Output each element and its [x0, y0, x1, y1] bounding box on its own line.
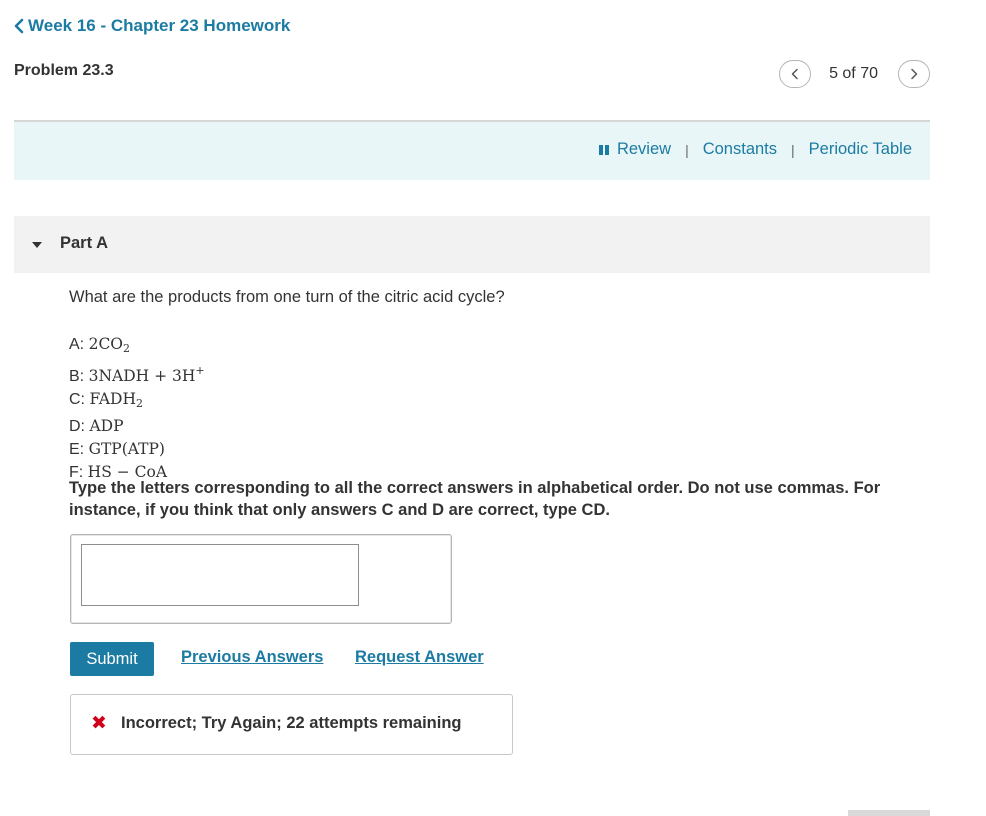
option-c: C: FADH2: [69, 388, 205, 415]
part-label: Part A: [60, 234, 108, 252]
bottom-scroll-strip: [848, 810, 930, 816]
option-letter: D:: [69, 418, 85, 435]
option-text: FADH2: [89, 390, 143, 410]
previous-answers-link[interactable]: Previous Answers: [181, 648, 323, 667]
option-text: 2CO2: [88, 335, 131, 355]
problem-count: 5 of 70: [829, 65, 878, 82]
problem-title: Problem 23.3: [14, 62, 114, 79]
resource-bar: Review | Constants | Periodic Table: [14, 120, 930, 180]
resource-links: Review | Constants | Periodic Table: [598, 140, 912, 159]
separator: |: [685, 141, 689, 158]
chevron-left-icon: [791, 68, 798, 80]
option-a: A: 2CO2: [69, 333, 205, 360]
option-letter: A:: [69, 336, 85, 353]
previous-problem-button[interactable]: [779, 60, 812, 88]
chevron-left-icon: [14, 18, 24, 34]
book-icon: [598, 144, 609, 155]
question-text: What are the products from one turn of t…: [69, 288, 505, 306]
answer-container: [70, 534, 452, 624]
periodic-table-link[interactable]: Periodic Table: [809, 140, 912, 159]
request-answer-link[interactable]: Request Answer: [355, 648, 484, 667]
constants-link[interactable]: Constants: [703, 140, 777, 159]
next-problem-button[interactable]: [898, 60, 930, 88]
option-text: 3NADH + 3H+: [88, 364, 205, 385]
breadcrumb-back-link[interactable]: Week 16 - Chapter 23 Homework: [12, 16, 290, 36]
instructions-text: Type the letters corresponding to all th…: [69, 479, 881, 519]
answer-options: A: 2CO2 B: 3NADH + 3H+ C: FADH2 D: ADP E…: [69, 333, 205, 484]
option-text: GTP(ATP): [88, 440, 165, 458]
caret-down-icon: [32, 242, 42, 248]
option-letter: C:: [69, 391, 85, 408]
feedback-message: Incorrect; Try Again; 22 attempts remain…: [121, 714, 462, 732]
review-link[interactable]: Review: [617, 140, 671, 159]
separator: |: [791, 141, 795, 158]
problem-pager: 5 of 70: [779, 60, 930, 88]
option-b: B: 3NADH + 3H+: [69, 360, 205, 388]
x-mark-icon: ✖: [91, 713, 107, 734]
feedback-box: ✖ Incorrect; Try Again; 22 attempts rema…: [70, 694, 513, 755]
answer-input[interactable]: [81, 544, 359, 606]
submit-button[interactable]: Submit: [70, 642, 154, 676]
option-text: ADP: [89, 417, 124, 435]
breadcrumb-label: Week 16 - Chapter 23 Homework: [28, 16, 291, 35]
chevron-right-icon: [911, 68, 918, 80]
option-d: D: ADP: [69, 415, 205, 438]
part-a-header[interactable]: Part A: [14, 216, 930, 273]
option-letter: B:: [69, 368, 85, 385]
option-e: E: GTP(ATP): [69, 438, 205, 461]
option-letter: E:: [69, 441, 85, 458]
